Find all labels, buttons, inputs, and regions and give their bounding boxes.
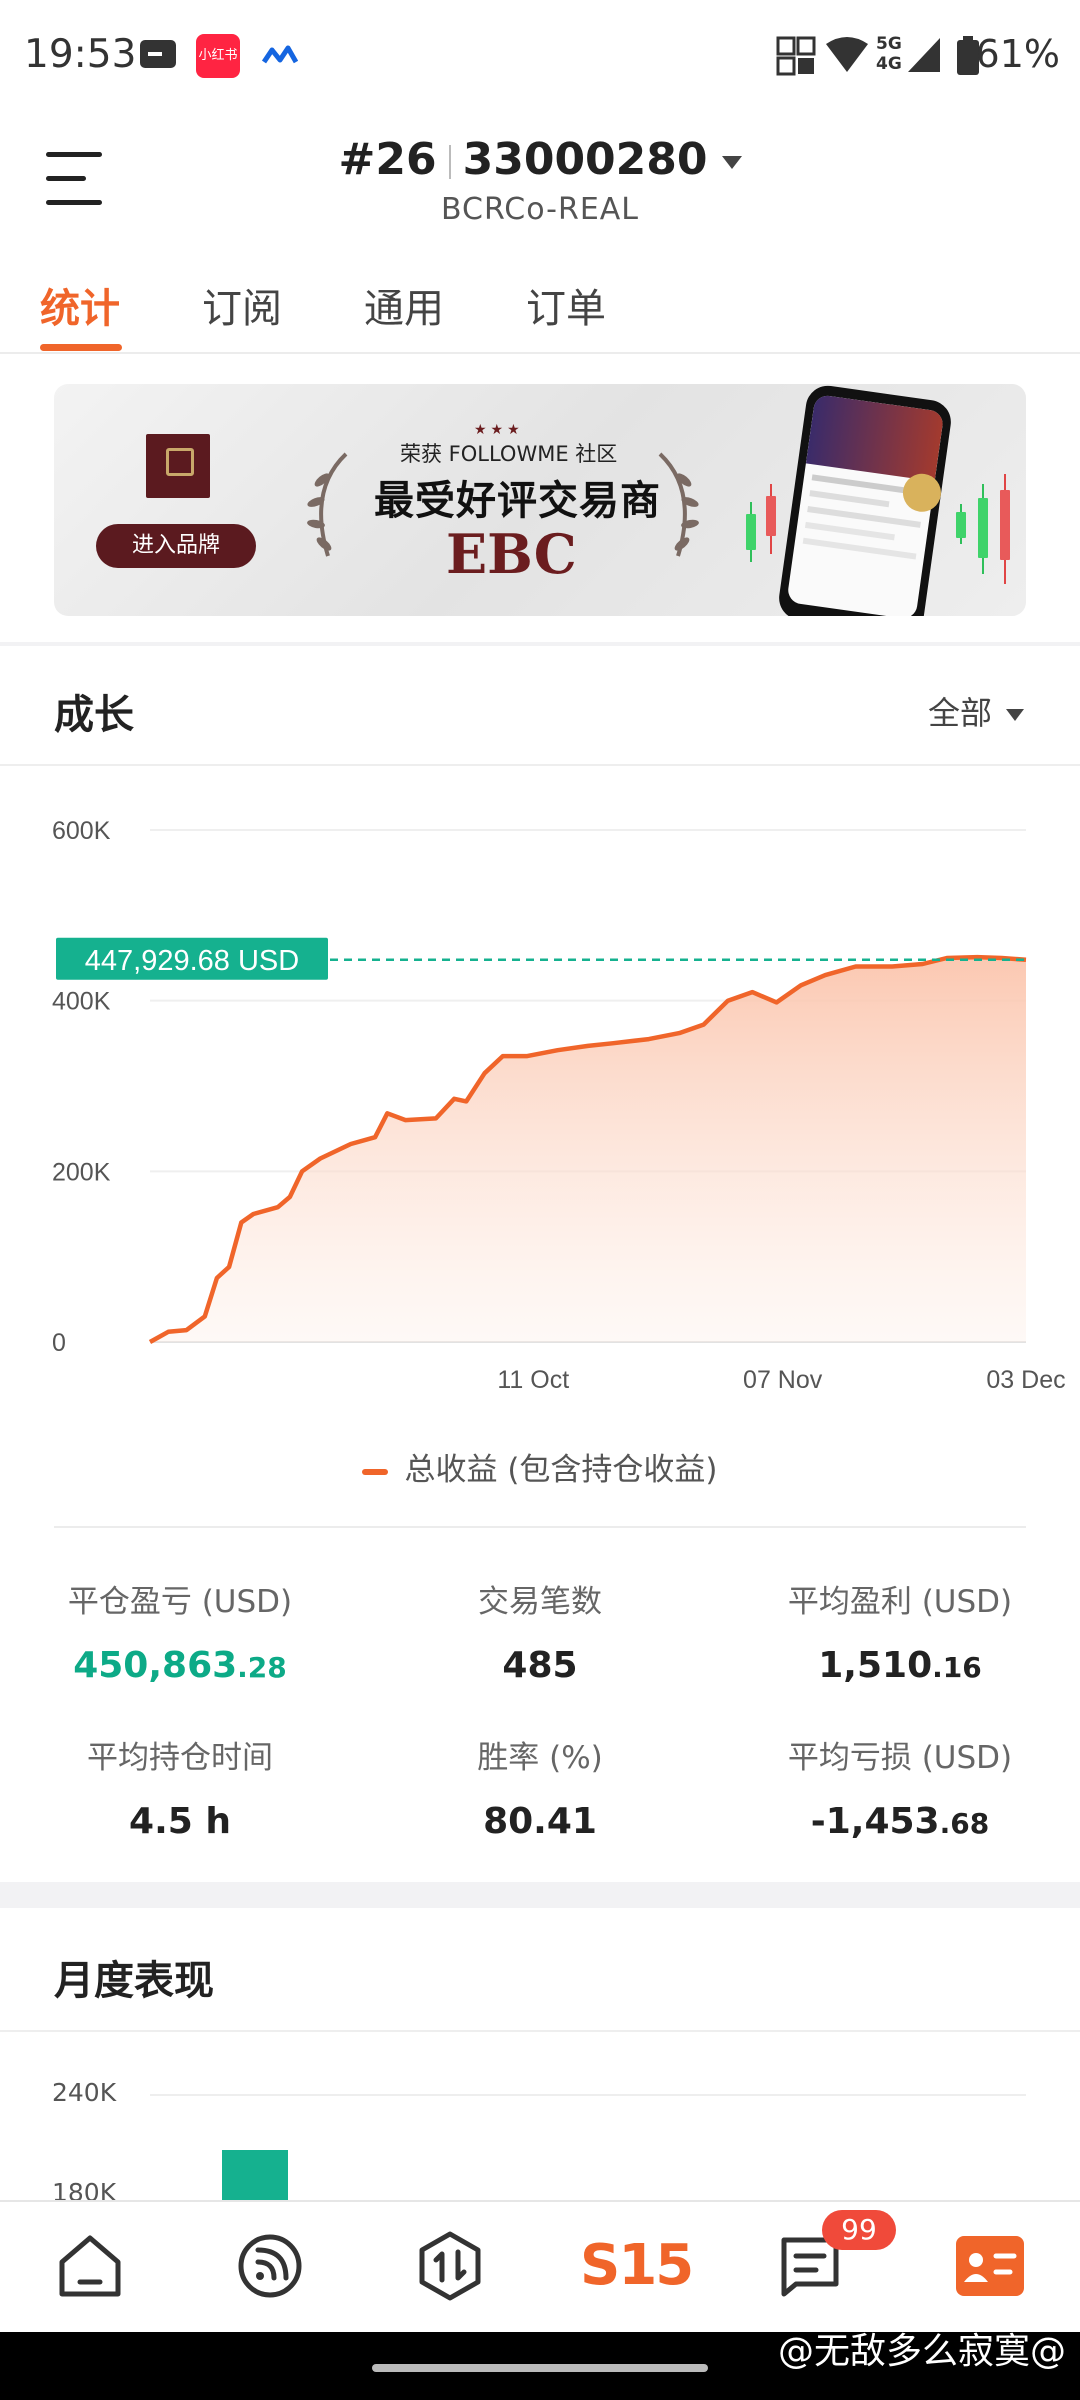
monthly-divider bbox=[0, 2030, 1080, 2032]
legend-swatch bbox=[362, 1468, 389, 1475]
stat-label: 平仓盈亏 (USD) bbox=[67, 1584, 293, 1620]
tab-stats[interactable]: 统计 bbox=[40, 276, 120, 334]
trade-icon[interactable] bbox=[410, 2226, 490, 2306]
candle-green bbox=[746, 514, 756, 550]
stat-trade-count: 交易笔数 485 bbox=[360, 1576, 720, 1686]
growth-area bbox=[150, 957, 1026, 1342]
stat-value: 4.5 h bbox=[129, 1801, 231, 1842]
growth-divider bbox=[0, 764, 1080, 766]
app-wave-icon bbox=[262, 45, 298, 64]
watermark: @无敌多么寂寞@ bbox=[777, 2331, 1066, 2372]
bottom-nav bbox=[0, 2200, 1080, 2334]
title-separator bbox=[448, 145, 451, 179]
range-dropdown[interactable]: 全部 bbox=[928, 688, 1024, 734]
banner-title: 最受好评交易商 bbox=[374, 478, 661, 524]
home-indicator[interactable] bbox=[372, 2364, 708, 2372]
enter-brand-button[interactable]: 进入品牌 bbox=[96, 524, 256, 568]
promo-banner[interactable]: 进入品牌 ★★★ 荣获 FOLLOWME 社区 最受好评交易商 EBC bbox=[54, 384, 1026, 616]
account-id: 33000280 bbox=[462, 134, 708, 185]
xiaohongshu-icon: 小红书 bbox=[196, 34, 240, 78]
ebc-logo-icon bbox=[146, 434, 210, 498]
y-tick-label: 400K bbox=[52, 988, 111, 1016]
x-tick-label: 07 Nov bbox=[743, 1366, 823, 1394]
profile-card-icon[interactable] bbox=[950, 2226, 1030, 2306]
range-label: 全部 bbox=[927, 694, 992, 732]
tab-subscribe[interactable]: 订阅 bbox=[202, 276, 282, 334]
legend-label: 总收益 (包含持仓收益) bbox=[404, 1452, 718, 1488]
signal-icon bbox=[908, 38, 940, 72]
account-rank: #26 bbox=[338, 134, 437, 185]
stat-avg-profit: 平均盈利 (USD) 1,510.16 bbox=[720, 1576, 1080, 1686]
chart-legend[interactable]: 总收益 (包含持仓收益) bbox=[0, 1444, 1080, 1489]
message-icon bbox=[140, 40, 176, 68]
stat-label: 平均持仓时间 bbox=[87, 1740, 273, 1776]
candle-red bbox=[1000, 490, 1010, 560]
tab-orders[interactable]: 订单 bbox=[526, 276, 606, 334]
account-server: BCRCo-REAL bbox=[440, 192, 640, 227]
monthly-ytick: 240K bbox=[52, 2078, 117, 2107]
current-value-text: 447,929.68 USD bbox=[85, 945, 299, 977]
stat-value: 450,863.28 bbox=[73, 1645, 287, 1686]
candle-green bbox=[956, 512, 966, 538]
stats-divider bbox=[54, 1526, 1026, 1528]
stat-closed-pnl: 平仓盈亏 (USD) 450,863.28 bbox=[0, 1576, 360, 1686]
y-tick-label: 200K bbox=[52, 1158, 111, 1186]
stat-avg-loss: 平均亏损 (USD) -1,453.68 bbox=[720, 1732, 1080, 1842]
wifi-icon bbox=[826, 37, 868, 72]
current-value-tag: 447,929.68 USD bbox=[56, 937, 328, 980]
stat-label: 平均盈利 (USD) bbox=[787, 1584, 1013, 1620]
banner-subtitle: 荣获 FOLLOWME 社区 bbox=[400, 442, 618, 466]
stat-label: 交易笔数 bbox=[478, 1584, 602, 1620]
monthly-gridline bbox=[150, 2094, 1026, 2096]
stat-value: 1,510.16 bbox=[818, 1645, 982, 1686]
tab-active-indicator bbox=[40, 344, 122, 351]
laurel-right-icon bbox=[658, 452, 699, 557]
phone-illustration bbox=[776, 384, 954, 616]
stat-value: -1,453.68 bbox=[810, 1801, 990, 1842]
candle-red bbox=[766, 496, 776, 536]
stars-icon: ★★★ bbox=[474, 422, 524, 438]
y-tick-label: 0 bbox=[52, 1329, 66, 1357]
y-tick-label: 600K bbox=[52, 817, 111, 845]
caret-down-icon bbox=[721, 155, 742, 169]
account-selector[interactable]: #26 33000280 bbox=[0, 134, 1080, 185]
dual-sim-icon bbox=[776, 36, 816, 76]
stat-label: 胜率 (%) bbox=[477, 1740, 603, 1776]
caret-down-icon bbox=[1006, 709, 1024, 721]
status-time: 19:53 bbox=[24, 32, 137, 77]
monthly-bar[interactable] bbox=[222, 2150, 288, 2200]
stat-win-rate: 胜率 (%) 80.41 bbox=[360, 1732, 720, 1842]
network-5g-4g-icon: 5G 4G bbox=[876, 34, 902, 74]
banner-brand: EBC bbox=[446, 522, 577, 586]
monthly-title: 月度表现 bbox=[54, 1958, 214, 2004]
stat-label: 平均亏损 (USD) bbox=[787, 1740, 1013, 1776]
stat-value: 485 bbox=[502, 1645, 578, 1686]
battery-percent: 61% bbox=[975, 32, 1060, 76]
x-tick-label: 11 Oct bbox=[497, 1366, 569, 1394]
s15-icon[interactable]: S15 bbox=[580, 2226, 694, 2306]
growth-chart[interactable]: 0 200K 400K 600K 447,929.68 USD 11 Oct 07 No… bbox=[0, 780, 1080, 1420]
candle-green bbox=[978, 498, 988, 558]
tab-general[interactable]: 通用 bbox=[364, 276, 444, 334]
home-icon[interactable] bbox=[50, 2226, 130, 2306]
stat-value: 80.41 bbox=[483, 1801, 597, 1842]
growth-title: 成长 bbox=[54, 692, 134, 738]
messages-badge: 99 bbox=[822, 2210, 896, 2250]
laurel-left-icon bbox=[307, 452, 348, 557]
stat-avg-hold-time: 平均持仓时间 4.5 h bbox=[0, 1732, 360, 1842]
feed-icon[interactable] bbox=[230, 2226, 310, 2306]
x-tick-label: 03 Dec bbox=[986, 1366, 1065, 1394]
